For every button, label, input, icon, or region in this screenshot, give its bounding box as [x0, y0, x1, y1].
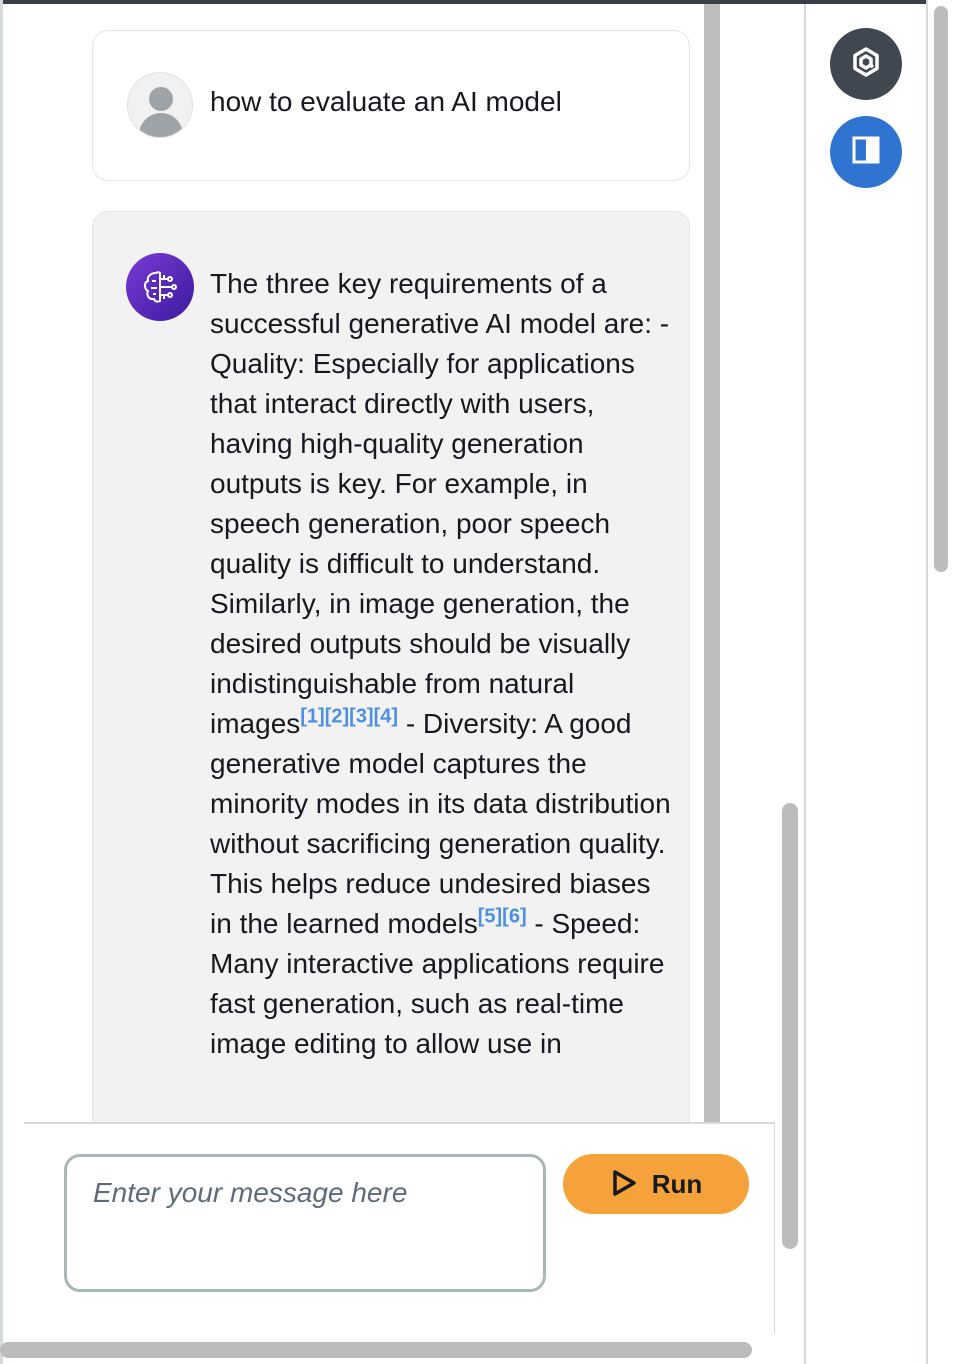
hexagon-logo-button[interactable]	[830, 28, 902, 100]
ai-text-part1: The three key requirements of a successf…	[210, 268, 670, 739]
chat-inner-scrollbar[interactable]	[704, 4, 720, 1122]
chat-pane-border	[774, 1122, 775, 1334]
side-panel-button[interactable]	[830, 116, 902, 188]
window-right-border	[926, 0, 928, 1364]
message-input[interactable]	[64, 1154, 546, 1292]
run-button-label: Run	[651, 1168, 703, 1199]
citation-link-group-1[interactable]: [1][2][3][4]	[300, 706, 398, 728]
side-panel-icon	[851, 135, 881, 170]
ai-brain-icon	[126, 253, 194, 321]
citation-link-group-2[interactable]: [5][6]	[478, 906, 527, 928]
hexagon-logo-icon	[849, 45, 883, 84]
right-rail-border	[804, 4, 806, 1364]
ai-text-part2: - Diversity: A good generative model cap…	[210, 708, 671, 939]
play-icon	[610, 1168, 638, 1201]
user-avatar-icon	[127, 72, 193, 138]
window-vertical-scrollbar[interactable]	[934, 6, 948, 572]
ai-message-text: The three key requirements of a successf…	[210, 264, 680, 1064]
user-message-text: how to evaluate an AI model	[210, 86, 562, 117]
horizontal-scrollbar[interactable]	[0, 1342, 752, 1358]
chat-vertical-scrollbar[interactable]	[782, 803, 798, 1249]
input-divider	[24, 1122, 775, 1124]
run-button[interactable]: Run	[563, 1154, 749, 1214]
